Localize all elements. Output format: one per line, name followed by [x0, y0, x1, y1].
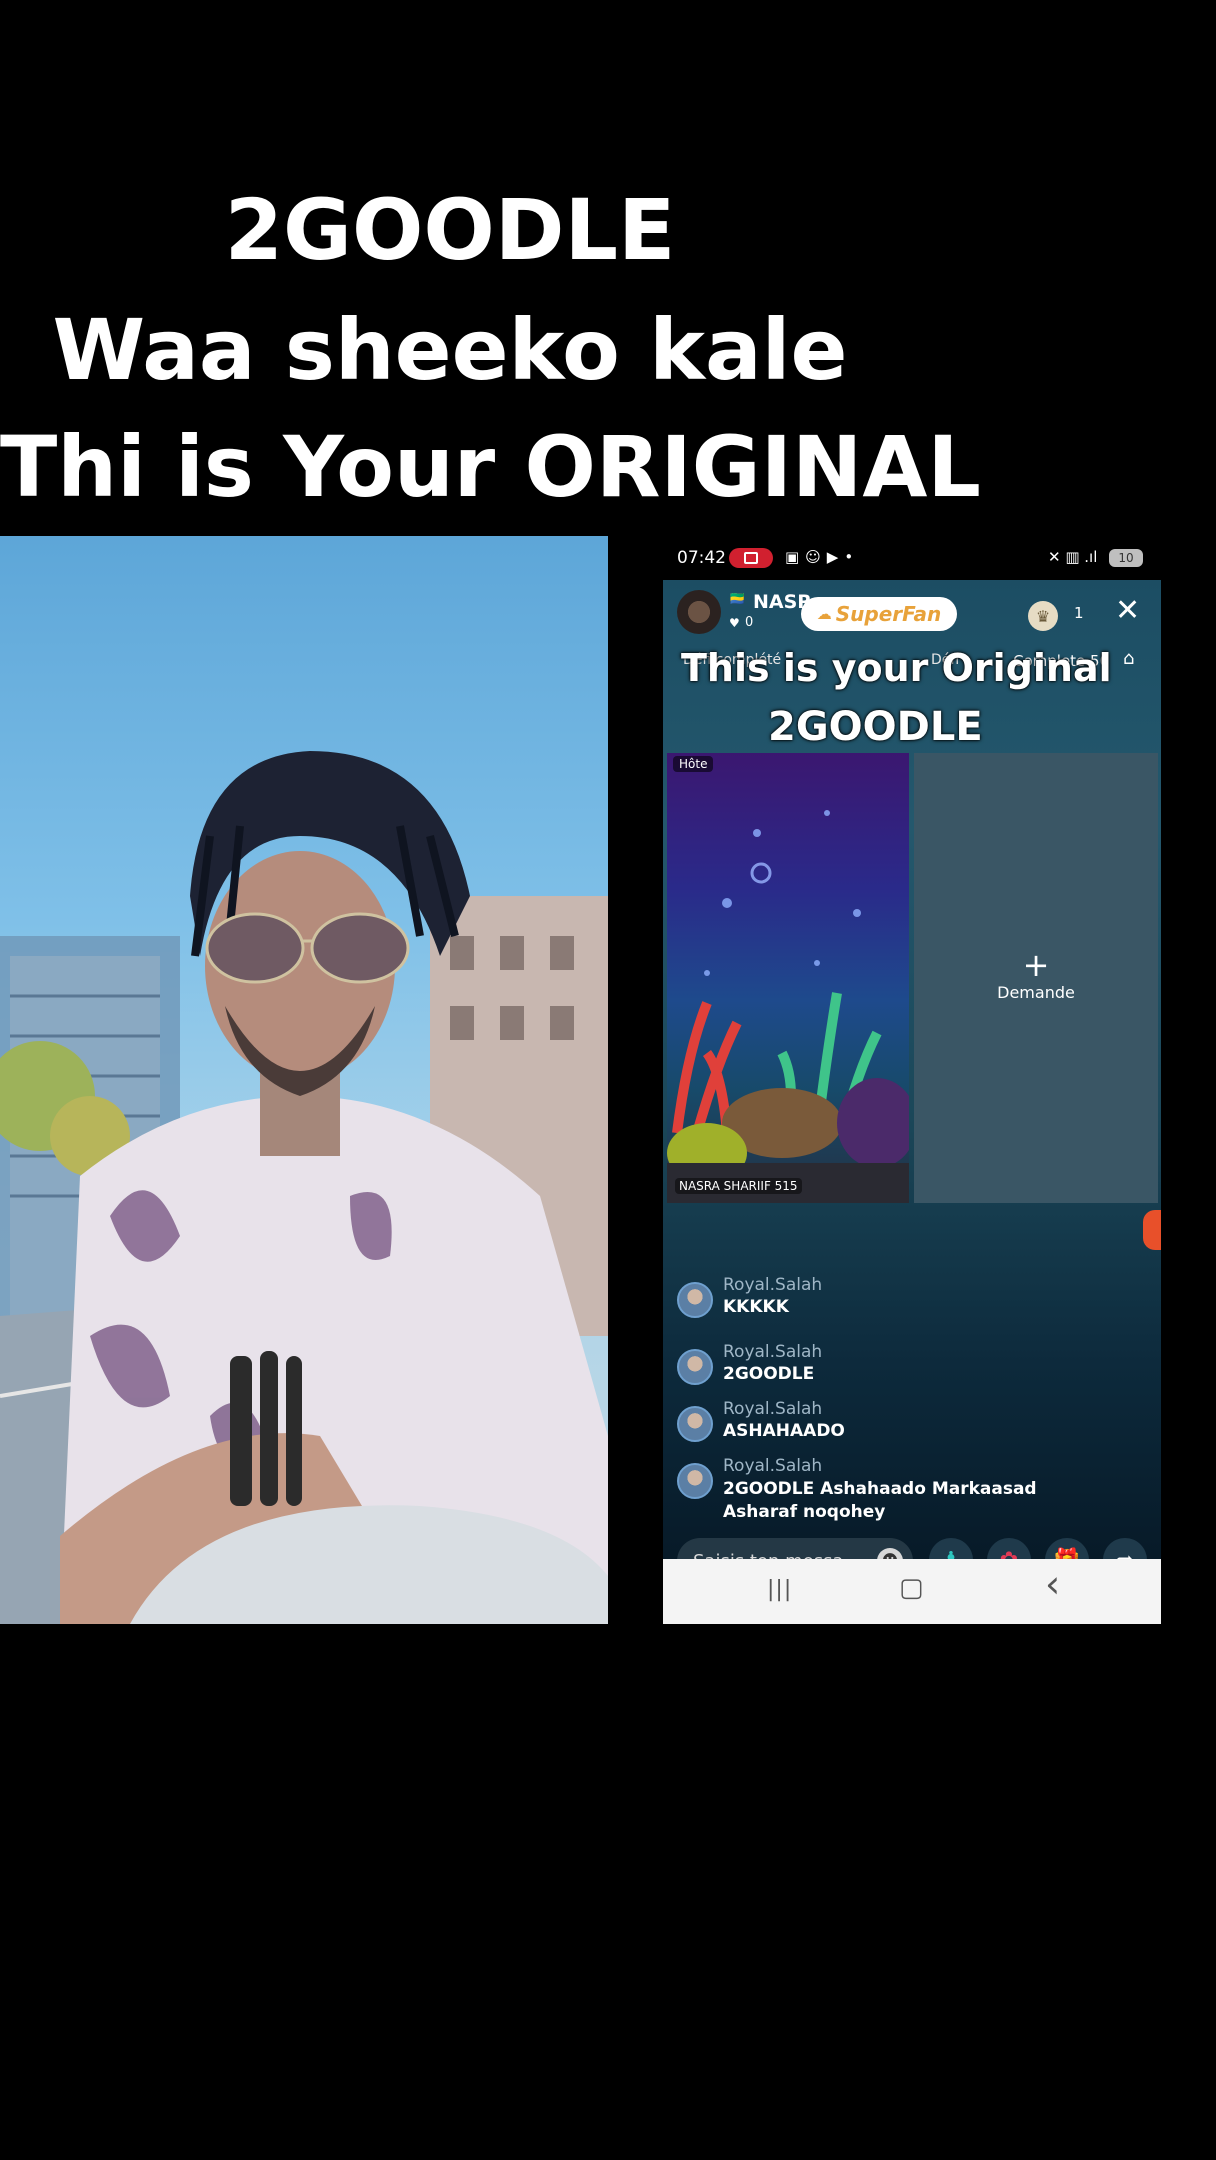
chat-text: ASHAHAADO [723, 1421, 845, 1441]
chat-text: KKKKK [723, 1297, 789, 1317]
live-room: 🇬🇦 NASR ♥ 0 ☁ SuperFan ♛ 1 ✕ Défi complé… [663, 580, 1161, 1559]
chat-username[interactable]: Royal.Salah [723, 1399, 822, 1419]
side-tab[interactable] [1143, 1210, 1161, 1250]
status-bar: 07:42 ▣☺▶• ✕ ▥ .ıl 10 [663, 536, 1161, 580]
caption-line-1: 2GOODLE [224, 181, 676, 279]
screen-record-icon [729, 548, 773, 568]
notification-icons: ▣☺▶• [785, 548, 860, 566]
likes-count: 0 [745, 615, 754, 630]
close-icon[interactable]: ✕ [1115, 596, 1140, 626]
superfan-crown-icon: ☁ [816, 605, 832, 623]
likes-heart-icon: ♥ [729, 616, 740, 630]
superfan-button[interactable]: ☁ SuperFan [801, 597, 957, 631]
battery-icon: 10 [1109, 549, 1143, 567]
status-time: 07:42 [677, 548, 726, 568]
phone-screenshot: 07:42 ▣☺▶• ✕ ▥ .ıl 10 🇬🇦 NASR ♥ 0 ☁ Supe… [663, 536, 1161, 1624]
message-input-placeholder: Saisis ton messa... [693, 1551, 861, 1559]
join-request-label: Demande [997, 983, 1075, 1002]
chat-avatar [677, 1463, 713, 1499]
overlay-line-2: 2GOODLE [768, 704, 983, 750]
android-nav-bar: ||| ▢ ‹ [663, 1559, 1161, 1624]
viewer-count: 1 [1074, 604, 1084, 622]
back-icon[interactable]: ‹ [1045, 1565, 1060, 1603]
chat-avatar [677, 1349, 713, 1385]
superfan-label: SuperFan [835, 602, 942, 626]
house-icon: ⌂ [1123, 648, 1135, 669]
emoji-icon[interactable]: ☻ [877, 1548, 903, 1559]
home-icon[interactable]: ▢ [899, 1573, 924, 1603]
man-portrait-image [0, 751, 608, 1624]
host-video-tile[interactable] [667, 753, 909, 1203]
message-input[interactable]: Saisis ton messa... ☻ [677, 1538, 913, 1559]
flag-icon: 🇬🇦 [729, 592, 746, 607]
viewers-icon[interactable]: ♛ [1028, 601, 1058, 631]
overlay-line-1: This is your Original [681, 646, 1112, 690]
join-request-slot[interactable]: + Demande [914, 753, 1158, 1203]
host-badge: Hôte [673, 756, 714, 772]
chat-text: 2GOODLE Ashahaado Markaasad Asharaf noqo… [723, 1479, 1037, 1522]
plus-icon: + [1022, 946, 1050, 984]
host-tile-name: NASRA SHARIIF 515 [675, 1178, 802, 1194]
chat-text: 2GOODLE [723, 1364, 815, 1384]
profile-photo [0, 536, 608, 1624]
share-icon[interactable]: ➦ [1103, 1538, 1147, 1559]
guests-icon[interactable]: ♟ [929, 1538, 973, 1559]
chat-avatar [677, 1282, 713, 1318]
chat-username[interactable]: Royal.Salah [723, 1275, 822, 1295]
recents-icon[interactable]: ||| [767, 1577, 792, 1602]
caption-line-3: Thi is Your ORIGINAL [0, 418, 981, 516]
aquarium-image [667, 810, 909, 1203]
host-avatar[interactable] [677, 590, 721, 634]
chat-username[interactable]: Royal.Salah [723, 1342, 822, 1362]
chat-avatar [677, 1406, 713, 1442]
rose-icon[interactable]: ✿ [987, 1538, 1031, 1559]
signal-icons: ✕ ▥ .ıl [1048, 548, 1098, 566]
chat-username[interactable]: Royal.Salah [723, 1456, 822, 1476]
gift-icon[interactable]: 🎁 [1045, 1538, 1089, 1559]
caption-line-2: Waa sheeko kale [52, 301, 848, 399]
